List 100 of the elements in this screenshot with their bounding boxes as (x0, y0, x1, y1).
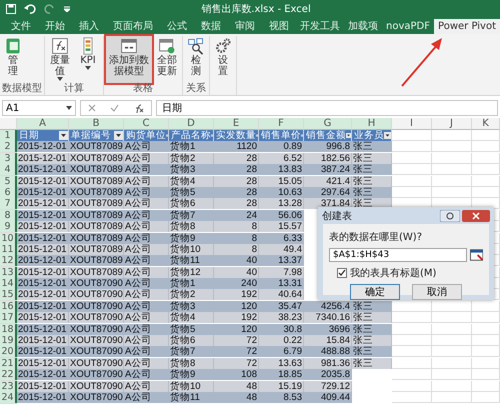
ribbon-tab[interactable]: 开发工具 (296, 19, 344, 34)
ribbon-tab[interactable]: novaPDF (382, 19, 434, 34)
dialog-button[interactable]: 取消 (412, 284, 462, 300)
ribbon-button[interactable]: 全部更新 (154, 36, 180, 83)
filter-dropdown-icon[interactable] (59, 131, 68, 140)
table-cell: 7.98 (259, 266, 304, 278)
table-cell: 张三 (352, 164, 392, 176)
table-cell: XOUT87090 (69, 392, 124, 403)
empty-cell (432, 346, 472, 358)
table-cell: XOUT87089 (69, 186, 124, 198)
table-cell: 2015-12-01 (17, 198, 69, 210)
ribbon-button[interactable]: 设置 (212, 36, 234, 95)
ribbon-button[interactable]: 检测 (185, 36, 207, 83)
table-cell: 182.56 (304, 152, 352, 164)
formula-field[interactable]: 日期 (156, 100, 498, 116)
refresh-icon (158, 37, 176, 55)
table-cell: 120 (214, 324, 259, 335)
table-cell: 8 (214, 221, 259, 232)
undo-icon[interactable] (24, 4, 36, 14)
empty-cell (392, 380, 432, 392)
table-cell: XOUT87089 (69, 255, 124, 266)
table-cell: A公司 (124, 176, 169, 187)
table-cell: 张三 (352, 152, 392, 164)
check-icon[interactable] (110, 104, 120, 112)
ribbon-tab[interactable]: 页面布局 (106, 19, 160, 34)
table-cell: 49.4 (259, 244, 304, 255)
table-cell: 40.64 (259, 289, 304, 300)
table-cell: 2015-12-01 (17, 266, 69, 278)
group-label: 表格 (132, 83, 154, 95)
table-cell: A公司 (124, 266, 169, 278)
table-cell: 13.37 (259, 255, 304, 266)
ribbon-tab[interactable]: 公式 (160, 19, 194, 34)
table-cell: 981.36 (304, 358, 352, 369)
table-cell: 2015-12-01 (17, 380, 69, 392)
header-checkbox[interactable] (337, 268, 347, 278)
collapse-dialog-icon[interactable] (470, 249, 483, 261)
ribbon-tab[interactable]: 数据 (194, 19, 228, 34)
column-header[interactable]: E (214, 118, 259, 130)
column-header[interactable]: B (69, 118, 124, 130)
filter-dropdown-icon[interactable] (114, 131, 123, 140)
column-header[interactable]: H (352, 118, 392, 130)
ribbon-button[interactable]: KPI (75, 36, 101, 83)
table-cell: 72 (214, 358, 259, 369)
column-header[interactable]: I (392, 118, 432, 130)
table-cell: XOUT87089 (69, 152, 124, 164)
table-cell: 2015-12-01 (17, 210, 69, 221)
table-cell: 货物9 (169, 232, 214, 244)
table-header-cell: 业务员 (352, 130, 392, 141)
table-cell: 2015-12-01 (17, 186, 69, 198)
ribbon-tab[interactable]: Power Pivot (434, 19, 500, 34)
column-header[interactable]: A (17, 118, 69, 130)
empty-cell (432, 176, 472, 187)
table-cell: 货物8 (169, 221, 214, 232)
table-cell: A公司 (124, 346, 169, 358)
column-header[interactable]: G (304, 118, 352, 130)
column-header[interactable]: K (472, 118, 500, 130)
row-number: 8 (0, 210, 17, 221)
table-cell: 387.24 (304, 164, 352, 176)
ribbon-tab[interactable]: 加载项 (344, 19, 382, 34)
table-cell: XOUT87089 (69, 210, 124, 221)
ribbon-tab[interactable]: 审阅 (228, 19, 262, 34)
table-cell: 40 (214, 266, 259, 278)
range-field[interactable]: $A$1:$H$43 (329, 248, 467, 262)
ribbon-tab[interactable]: 视图 (262, 19, 296, 34)
customize-icon[interactable] (64, 6, 70, 12)
caret-icon (66, 106, 72, 110)
ribbon-button[interactable]: 添加到数据模型 (106, 36, 152, 83)
table-cell: XOUT87090 (69, 278, 124, 290)
table-cell: A公司 (124, 358, 169, 369)
name-box[interactable]: A1 (2, 100, 76, 116)
column-header[interactable]: F (259, 118, 304, 130)
magnifier-icon (187, 37, 205, 55)
table-cell: 13.83 (259, 164, 304, 176)
function-icon[interactable] (134, 104, 144, 112)
empty-cell (472, 152, 500, 164)
ribbon-tab[interactable]: 文件 (4, 19, 38, 34)
empty-cell (432, 392, 472, 403)
table-cell: 2035.8 (304, 369, 352, 380)
cancel-icon[interactable] (88, 104, 96, 112)
table-cell: A公司 (124, 186, 169, 198)
ribbon-tab[interactable]: 插入 (72, 19, 106, 34)
filter-dropdown-icon[interactable] (384, 131, 391, 140)
table-cell: 15.19 (259, 380, 304, 392)
table-cell: 18.85 (259, 369, 304, 380)
dialog-button[interactable]: 确定 (350, 284, 400, 300)
ribbon-button[interactable]: 管理 (2, 36, 24, 83)
filter-dropdown-icon[interactable] (346, 131, 351, 140)
close-icon[interactable] (462, 210, 490, 222)
save-icon[interactable] (6, 4, 16, 14)
row-number: 2 (0, 141, 17, 152)
ribbon-tab[interactable]: 开始 (38, 19, 72, 34)
table-cell: A公司 (124, 300, 169, 312)
column-header[interactable]: C (124, 118, 169, 130)
table-cell: 409.44 (304, 392, 352, 403)
ribbon-button[interactable]: 度量值 (47, 36, 73, 83)
column-header[interactable]: D (169, 118, 214, 130)
help-icon[interactable] (440, 210, 460, 222)
table-cell: 3696 (304, 324, 352, 335)
column-header[interactable]: J (432, 118, 472, 130)
table-cell: 货物5 (169, 186, 214, 198)
